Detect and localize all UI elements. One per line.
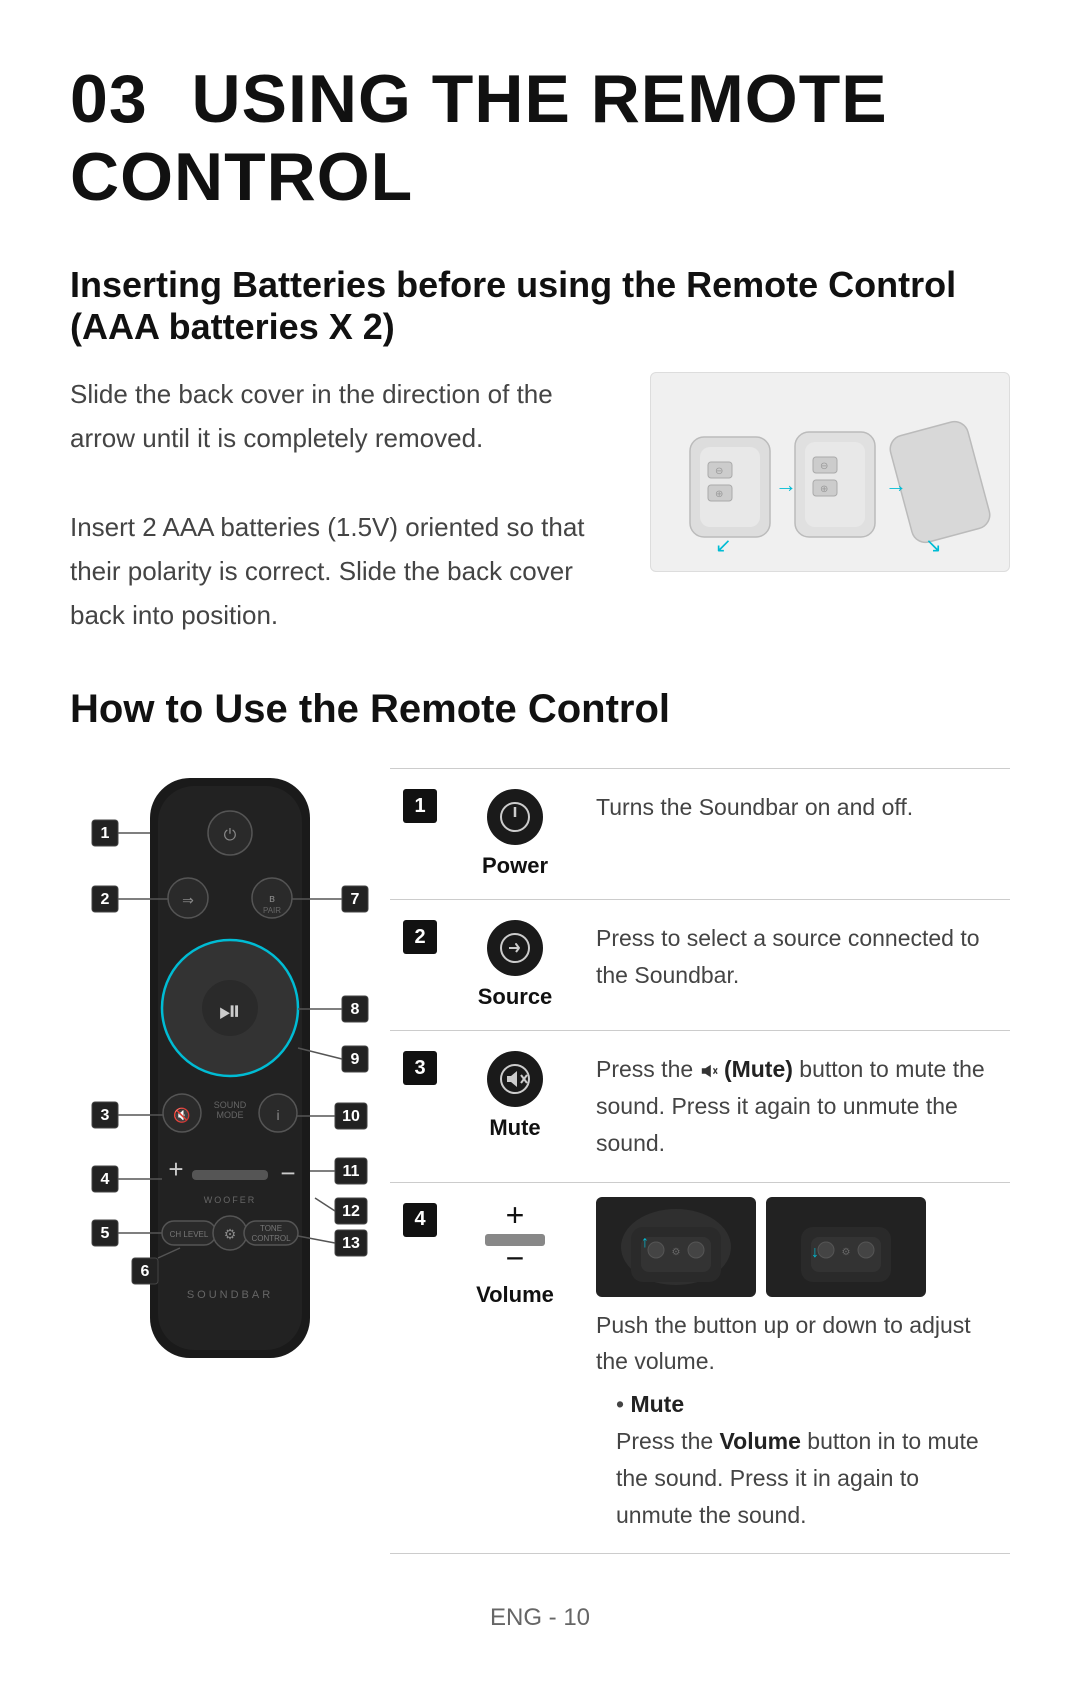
svg-text:↙: ↙ [715, 535, 732, 557]
svg-text:⊖: ⊖ [820, 461, 828, 472]
svg-text:10: 10 [342, 1108, 360, 1125]
svg-text:PAIR: PAIR [263, 906, 281, 915]
svg-text:⇒: ⇒ [182, 892, 194, 908]
battery-text: Slide the back cover in the direction of… [70, 372, 610, 637]
mute-icon [487, 1051, 543, 1107]
svg-text:⚙: ⚙ [842, 1247, 851, 1258]
page-title: 03 USING THE REMOTE CONTROL [70, 60, 1010, 216]
feature-icon-mute: Mute [450, 1031, 580, 1181]
svg-text:MODE: MODE [217, 1110, 244, 1120]
main-content: ⏻ ⇒ ʙ PAIR ⏯ 🔇 SOUND MODE i + [70, 768, 1010, 1554]
svg-text:ʙ: ʙ [269, 893, 275, 905]
source-label: Source [478, 984, 553, 1010]
feature-desc-source: Press to select a source connected to th… [580, 900, 1010, 1030]
svg-text:↘: ↘ [925, 535, 942, 557]
volume-bullet: Mute Press the Volume button in to mute … [616, 1386, 994, 1533]
feature-row-source: 2 Source Press to select a source connec… [390, 900, 1010, 1031]
feature-row-mute: 3 Mute Press the (Mute) button to mute t… [390, 1031, 1010, 1182]
volume-main-desc: Push the button up or down to adjust the… [596, 1307, 994, 1381]
feature-icon-source: Source [450, 900, 580, 1030]
svg-text:CONTROL: CONTROL [251, 1234, 291, 1243]
how-to-heading: How to Use the Remote Control [70, 687, 1010, 732]
svg-text:🔇: 🔇 [173, 1107, 190, 1124]
svg-text:SOUND: SOUND [214, 1100, 247, 1110]
feature-desc-power: Turns the Soundbar on and off. [580, 769, 1010, 899]
feature-num-1: 1 [390, 769, 450, 899]
feature-desc-mute: Press the (Mute) button to mute the soun… [580, 1031, 1010, 1181]
svg-text:⊖: ⊖ [715, 466, 723, 477]
svg-text:2: 2 [101, 891, 110, 908]
svg-text:8: 8 [351, 1001, 360, 1018]
svg-text:6: 6 [141, 1263, 150, 1280]
battery-illustration: ⊖ ⊕ ⊖ ⊕ → → ↙ ↘ [650, 372, 1010, 572]
volume-image-1: ⚙ ↑ [596, 1197, 756, 1297]
svg-text:−: − [280, 1158, 295, 1188]
power-label: Power [482, 853, 548, 879]
remote-illustration: ⏻ ⇒ ʙ PAIR ⏯ 🔇 SOUND MODE i + [70, 768, 390, 1435]
svg-text:⊕: ⊕ [715, 489, 723, 500]
svg-text:1: 1 [101, 825, 110, 842]
svg-text:⚙: ⚙ [672, 1247, 681, 1258]
svg-text:TONE: TONE [260, 1224, 282, 1233]
source-icon [487, 920, 543, 976]
svg-text:→: → [775, 472, 797, 497]
svg-text:+: + [168, 1154, 183, 1184]
svg-text:5: 5 [101, 1225, 110, 1242]
svg-text:CH LEVEL: CH LEVEL [170, 1230, 209, 1239]
volume-images: ⚙ ↑ ⚙ ↓ [596, 1197, 994, 1297]
svg-text:7: 7 [351, 891, 360, 908]
svg-text:↓: ↓ [811, 1244, 819, 1261]
feature-row-volume: 4 + − Volume [390, 1183, 1010, 1555]
volume-image-2: ⚙ ↓ [766, 1197, 926, 1297]
svg-text:13: 13 [342, 1235, 360, 1252]
battery-section: Slide the back cover in the direction of… [70, 372, 1010, 637]
svg-text:i: i [276, 1107, 279, 1123]
svg-text:4: 4 [101, 1171, 110, 1188]
feature-num-3: 3 [390, 1031, 450, 1181]
feature-num-2: 2 [390, 900, 450, 1030]
svg-text:11: 11 [343, 1163, 360, 1180]
feature-icon-power: Power [450, 769, 580, 899]
svg-text:⏻: ⏻ [224, 827, 237, 844]
volume-label: Volume [476, 1282, 554, 1308]
features-table: 1 Power Turns the Soundbar on and off. 2 [390, 768, 1010, 1554]
feature-num-4: 4 [390, 1183, 450, 1257]
svg-text:SOUNDBAR: SOUNDBAR [187, 1289, 273, 1301]
svg-text:⏯: ⏯ [219, 995, 241, 1026]
feature-row-power: 1 Power Turns the Soundbar on and off. [390, 769, 1010, 900]
page-footer: ENG - 10 [70, 1604, 1010, 1632]
battery-section-heading: Inserting Batteries before using the Rem… [70, 264, 1010, 348]
svg-text:WOOFER: WOOFER [204, 1195, 257, 1205]
svg-text:→: → [885, 472, 907, 497]
svg-text:⚙: ⚙ [224, 1226, 237, 1242]
svg-text:⊕: ⊕ [820, 484, 828, 495]
feature-desc-volume: ⚙ ↑ ⚙ ↓ [580, 1183, 1010, 1554]
feature-icon-volume: + − Volume [450, 1183, 580, 1328]
power-icon [487, 789, 543, 845]
svg-text:9: 9 [351, 1051, 360, 1068]
svg-text:↑: ↑ [641, 1234, 649, 1251]
svg-text:12: 12 [342, 1203, 360, 1220]
mute-label: Mute [489, 1115, 540, 1141]
svg-text:3: 3 [101, 1107, 110, 1124]
